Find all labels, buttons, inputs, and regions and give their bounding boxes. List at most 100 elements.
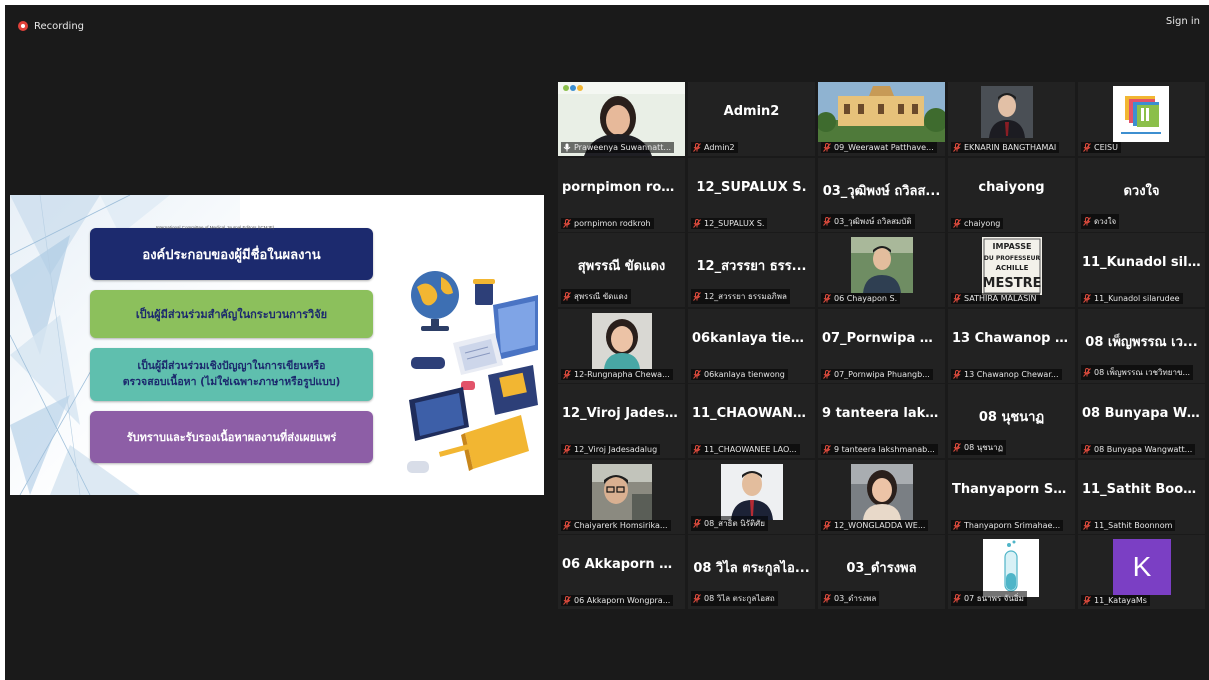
- mic-muted-icon: [693, 143, 701, 152]
- participant-name-label: EKNARIN BANGTHAMAI: [951, 142, 1060, 153]
- participant-name: 08 เพ็ญพรรณ เวชวิทยาข...: [1094, 367, 1191, 377]
- mic-muted-icon: [1083, 143, 1091, 152]
- participant-tile[interactable]: pornpimon rod... pornpimon rodkroh: [558, 157, 685, 232]
- participant-name: 03_ดำรงพล: [834, 594, 877, 603]
- mic-muted-icon: [823, 143, 831, 152]
- participant-tile[interactable]: 08 Bunyapa Wa... 08 Bunyapa Wangwatt...: [1078, 384, 1205, 458]
- participant-tile[interactable]: 12-Rungnapha Chewa...: [558, 308, 685, 383]
- participant-photo: [851, 237, 913, 293]
- participant-tile[interactable]: 08 วิไล ตระกูลไอ... 08 วิไล ตระกูลไอสถ: [688, 535, 815, 609]
- participant-tile[interactable]: 06 Akkaporn W... 06 Akkaporn Wongpra...: [558, 535, 685, 609]
- participant-name-label: 12_SUPALUX S.: [691, 217, 768, 229]
- participant-tile[interactable]: 12_SUPALUX S. 12_SUPALUX S.: [688, 157, 815, 232]
- participant-tile[interactable]: 06kanlaya tien... 06kanlaya tienwong: [688, 308, 815, 383]
- participant-display-name: 03_ดำรงพล: [846, 561, 917, 576]
- participant-tile[interactable]: 08_สาธิต นิรัติศัย: [688, 459, 815, 534]
- participant-tile[interactable]: 13 Chawanop C... 13 Chawanop Chewar...: [948, 308, 1075, 383]
- participant-tile[interactable]: ดวงใจ ดวงใจ: [1078, 157, 1205, 232]
- participant-name: EKNARIN BANGTHAMAI: [964, 143, 1057, 152]
- sign-in-link[interactable]: Sign in: [1166, 16, 1200, 27]
- participant-tile[interactable]: 03_วุฒิพงษ์ ถวิลส... 03_วุฒิพงษ์ ถวิลสมบั…: [818, 157, 945, 232]
- mic-muted-icon: [1083, 520, 1091, 530]
- participant-name-label: pornpimon rodkroh: [561, 217, 654, 229]
- participant-tile[interactable]: EKNARIN BANGTHAMAI: [948, 82, 1075, 156]
- participant-name: Admin2: [704, 143, 735, 152]
- recording-indicator[interactable]: Recording: [18, 17, 84, 35]
- participant-photo: IMPASSE DU PROFESSEUR ACHILLE MESTRE: [982, 237, 1042, 295]
- recording-icon: [18, 21, 28, 31]
- avatar: K: [1113, 539, 1171, 595]
- participant-name: SATHIRA MALASIN: [964, 294, 1037, 303]
- participant-name: 12_สวรรยา ธรรมอภิพล: [704, 292, 787, 301]
- mic-muted-icon: [823, 520, 831, 530]
- participant-name: 06 Akkaporn Wongpra...: [574, 596, 671, 605]
- participant-tile[interactable]: 12_สวรรยา ธรร... 12_สวรรยา ธรรมอภิพล: [688, 233, 815, 307]
- participant-photo: [981, 86, 1033, 138]
- participant-display-name: ดวงใจ: [1123, 183, 1160, 199]
- participant-name: chaiyong: [964, 218, 1001, 228]
- participant-photo: [592, 312, 652, 369]
- participant-name: 12_Viroj Jadesadalug: [574, 445, 658, 454]
- participant-name: 03_วุฒิพงษ์ ถวิลสมบัติ: [834, 216, 912, 226]
- participant-name: 12_WONGLADDA WE...: [834, 520, 926, 530]
- participant-tile[interactable]: chaiyong chaiyong: [948, 157, 1075, 232]
- participant-tile[interactable]: Admin2 Admin2: [688, 82, 815, 156]
- slide-title-box: องค์ประกอบของผู้มีชื่อในผลงาน: [90, 228, 373, 280]
- participant-display-name: 07_Pornwipa Ph...: [822, 330, 945, 346]
- participant-tile[interactable]: IMPASSE DU PROFESSEUR ACHILLE MESTRE SATHIRA…: [948, 233, 1075, 307]
- mic-muted-icon: [953, 143, 961, 152]
- participant-tile[interactable]: 03_ดำรงพล 03_ดำรงพล: [818, 535, 945, 609]
- participant-tile[interactable]: CEISU: [1078, 82, 1205, 156]
- participant-name-label: Thanyaporn Srimahae...: [951, 519, 1064, 531]
- participant-photo: [721, 463, 783, 520]
- participant-tile[interactable]: 08 นุชนาฏ 08 นุชนาฏ: [948, 384, 1075, 458]
- mic-muted-icon: [693, 445, 701, 454]
- participant-name: 11_CHAOWANEE LAO...: [704, 445, 797, 454]
- slide-item-3: รับทราบและรับรองเนื้อหาผลงานที่ส่งเผยแพร…: [90, 411, 373, 463]
- mic-on-icon: [563, 143, 571, 152]
- participant-tile[interactable]: Chaiyarerk Homsirika...: [558, 459, 685, 534]
- participant-name-label: 08 วิไล ตระกูลไอสถ: [691, 591, 778, 606]
- participant-display-name: 11_CHAOWANE...: [692, 406, 815, 421]
- participant-tile[interactable]: K 11_KatayaMs: [1078, 535, 1205, 609]
- participant-tile[interactable]: 11_Kunadol sila... 11_Kunadol silarudee: [1078, 233, 1205, 307]
- participant-tile[interactable]: 08 เพ็ญพรรณ เว... 08 เพ็ญพรรณ เวชวิทยาข..…: [1078, 308, 1205, 383]
- svg-text:IMPASSE: IMPASSE: [993, 242, 1032, 251]
- participant-name: 08 วิไล ตระกูลไอสถ: [704, 594, 775, 603]
- participant-tile[interactable]: 11_CHAOWANE... 11_CHAOWANEE LAO...: [688, 384, 815, 458]
- participant-name-label: 06 Chayapon S.: [821, 293, 901, 304]
- participant-name-label: 03_ดำรงพล: [821, 591, 880, 606]
- participant-name: 08_สาธิต นิรัติศัย: [704, 518, 765, 528]
- participant-tile[interactable]: 07_Pornwipa Ph... 07_Pornwipa Phuangb...: [818, 308, 945, 383]
- participant-tile[interactable]: 9 tanteera laksh... 9 tanteera lakshmanab…: [818, 384, 945, 458]
- participant-name-label: 07 ธนาพร จันอิ่ม: [951, 591, 1027, 606]
- participant-tile[interactable]: 11_Sathit Boon... 11_Sathit Boonnom: [1078, 459, 1205, 534]
- participant-tile[interactable]: 06 Chayapon S.: [818, 233, 945, 307]
- participant-name-label: 11_KatayaMs: [1081, 595, 1150, 606]
- participant-tile[interactable]: Praweenya Suwannatt...: [558, 82, 685, 156]
- participant-tile[interactable]: สุพรรณี ขัดแดง สุพรรณี ขัดแดง: [558, 233, 685, 307]
- svg-text:ACHILLE: ACHILLE: [996, 264, 1029, 272]
- participant-tile[interactable]: 12_Viroj Jadesa... 12_Viroj Jadesadalug: [558, 384, 685, 458]
- participant-tile[interactable]: Thanyaporn Sri... Thanyaporn Srimahae...: [948, 459, 1075, 534]
- participant-name: 07 ธนาพร จันอิ่ม: [964, 594, 1024, 603]
- participant-tile[interactable]: 12_WONGLADDA WE...: [818, 459, 945, 534]
- mic-muted-icon: [563, 596, 571, 605]
- participant-name-label: 12_Viroj Jadesadalug: [561, 444, 661, 455]
- participant-tile[interactable]: 07 ธนาพร จันอิ่ม: [948, 535, 1075, 609]
- participant-display-name: Admin2: [723, 104, 780, 119]
- mic-muted-icon: [693, 218, 701, 228]
- participant-name-label: CEISU: [1081, 142, 1121, 153]
- participant-name: 11_Kunadol silarudee: [1094, 294, 1180, 303]
- participant-tile[interactable]: 09_Weerawat Patthave...: [818, 82, 945, 156]
- svg-text:DU PROFESSEUR: DU PROFESSEUR: [984, 255, 1041, 262]
- participant-name-label: 11_Sathit Boonnom: [1081, 519, 1176, 531]
- participant-name: 11_Sathit Boonnom: [1094, 520, 1173, 530]
- participant-display-name: 08 วิไล ตระกูลไอ...: [693, 561, 810, 576]
- participant-name-label: ดวงใจ: [1081, 213, 1120, 229]
- mic-muted-icon: [953, 594, 961, 603]
- participant-display-name: 06 Akkaporn W...: [562, 557, 685, 572]
- participant-name: 06 Chayapon S.: [834, 294, 898, 303]
- participant-name: 12-Rungnapha Chewa...: [574, 369, 670, 379]
- mic-muted-icon: [953, 218, 961, 228]
